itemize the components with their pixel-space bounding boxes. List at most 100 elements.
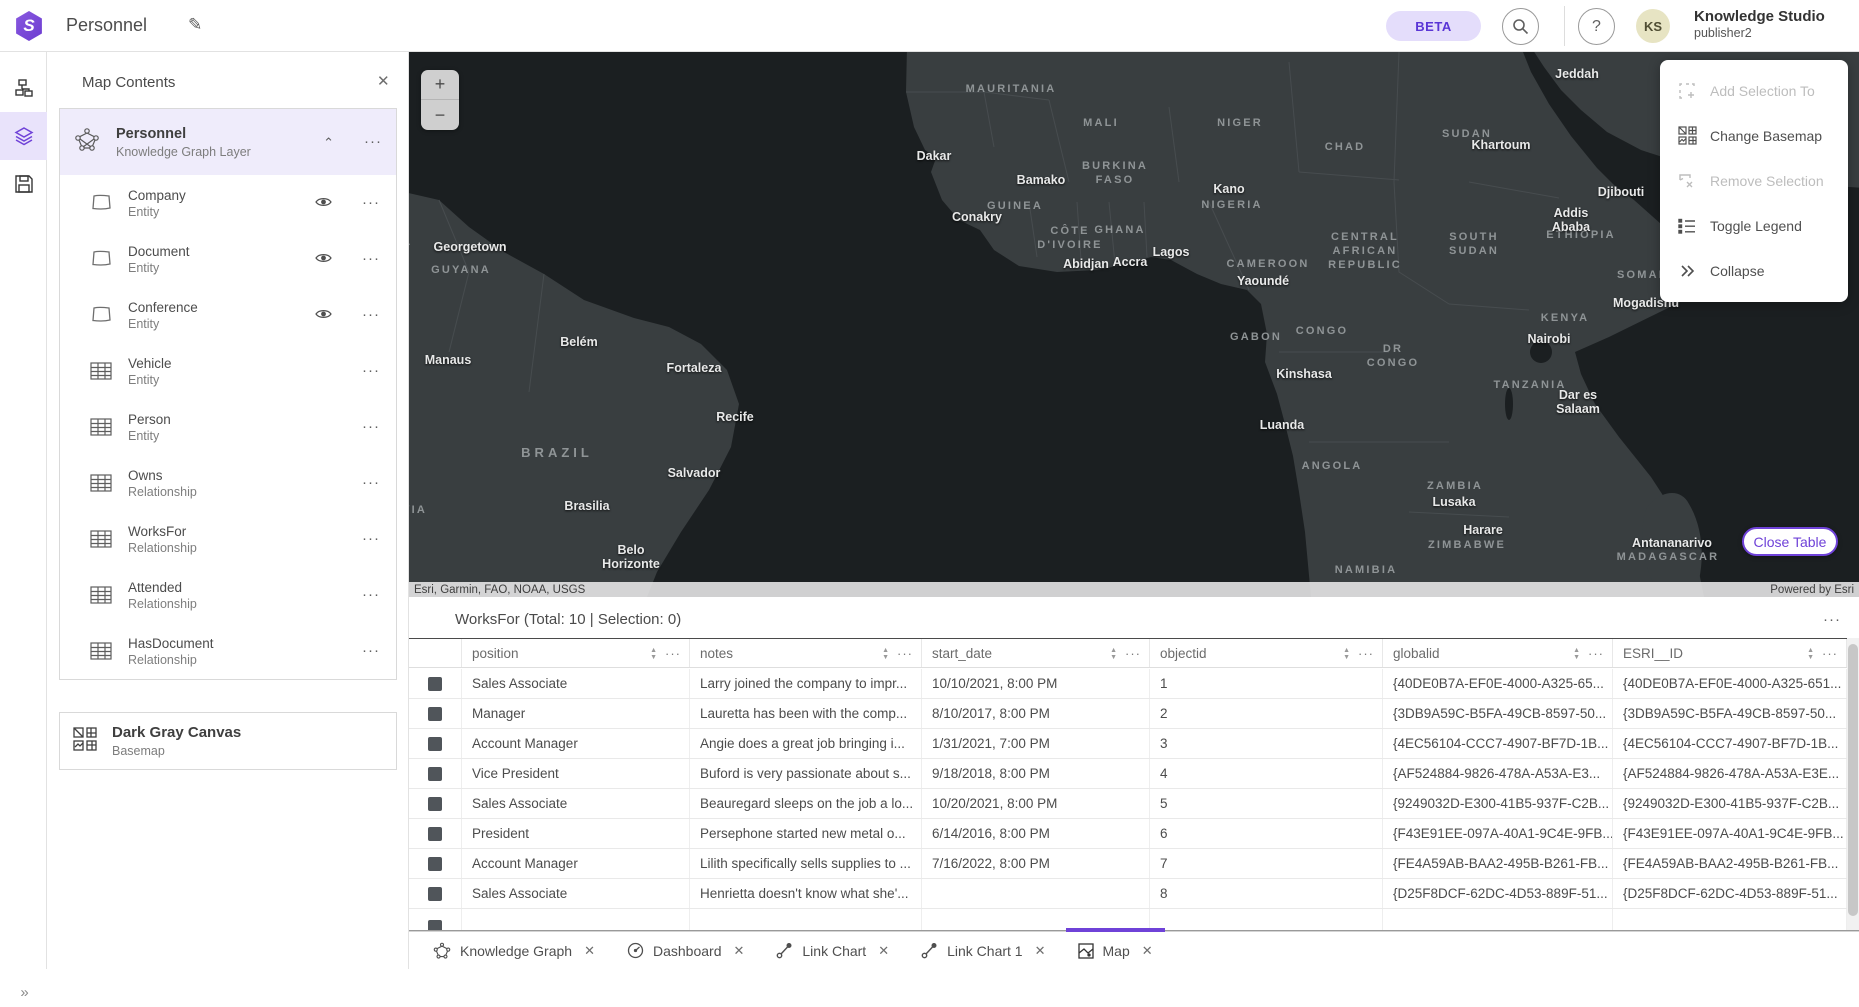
row-checkbox[interactable] bbox=[428, 920, 442, 931]
layer-item-owns[interactable]: OwnsRelationship··· bbox=[60, 455, 396, 511]
close-table-button[interactable]: Close Table bbox=[1742, 527, 1838, 556]
layer-item-person[interactable]: PersonEntity··· bbox=[60, 399, 396, 455]
search-button[interactable] bbox=[1502, 8, 1539, 45]
column-header-start_date[interactable]: start_date▲▼··· bbox=[922, 639, 1150, 667]
layer-item-company[interactable]: CompanyEntity··· bbox=[60, 175, 396, 231]
table-title: WorksFor (Total: 10 | Selection: 0) bbox=[455, 611, 681, 628]
layer-options-icon[interactable]: ··· bbox=[362, 530, 380, 547]
layer-item-attended[interactable]: AttendedRelationship··· bbox=[60, 567, 396, 623]
column-header-position[interactable]: position▲▼··· bbox=[462, 639, 690, 667]
layer-item-vehicle[interactable]: VehicleEntity··· bbox=[60, 343, 396, 399]
layer-type: Relationship bbox=[128, 541, 197, 555]
column-header-notes[interactable]: notes▲▼··· bbox=[690, 639, 922, 667]
page-title: Personnel bbox=[66, 15, 147, 36]
cell-objectid: 7 bbox=[1150, 849, 1383, 878]
map-contents-button[interactable] bbox=[0, 112, 47, 160]
row-checkbox[interactable] bbox=[428, 887, 442, 901]
menu-item-legend[interactable]: Toggle Legend bbox=[1660, 203, 1848, 248]
table-options-icon[interactable]: ··· bbox=[1823, 611, 1841, 628]
tab-link-chart[interactable]: Link Chart ✕ bbox=[760, 932, 905, 969]
sort-icon[interactable]: ▲▼ bbox=[650, 647, 657, 661]
city-label: Bamako bbox=[1017, 173, 1066, 187]
menu-item-collapse[interactable]: Collapse bbox=[1660, 248, 1848, 293]
tab-dashboard[interactable]: Dashboard✕ bbox=[611, 932, 760, 969]
city-label: Lagos bbox=[1153, 245, 1190, 259]
visibility-eye-icon[interactable] bbox=[315, 307, 332, 325]
help-button[interactable]: ? bbox=[1578, 8, 1615, 45]
tab-map[interactable]: Map✕ bbox=[1062, 932, 1169, 969]
row-checkbox[interactable] bbox=[428, 827, 442, 841]
layer-item-worksfor[interactable]: WorksForRelationship··· bbox=[60, 511, 396, 567]
layer-options-icon[interactable]: ··· bbox=[362, 306, 380, 323]
visibility-eye-icon[interactable] bbox=[315, 251, 332, 269]
tab-knowledge-graph[interactable]: Knowledge Graph✕ bbox=[417, 932, 611, 969]
column-header-globalid[interactable]: globalid▲▼··· bbox=[1383, 639, 1613, 667]
tab-label: Link Chart bbox=[802, 943, 866, 959]
zoom-in-button[interactable]: + bbox=[421, 70, 459, 100]
data-model-button[interactable] bbox=[0, 64, 47, 112]
header-checkbox-cell bbox=[409, 639, 462, 667]
menu-item-basemap[interactable]: Change Basemap bbox=[1660, 113, 1848, 158]
country-label: SOUTH SUDAN bbox=[1449, 230, 1499, 258]
column-menu-icon[interactable]: ··· bbox=[1125, 646, 1141, 661]
row-checkbox[interactable] bbox=[428, 857, 442, 871]
column-menu-icon[interactable]: ··· bbox=[1358, 646, 1374, 661]
collapse-rail-button[interactable]: » bbox=[0, 977, 47, 1007]
sort-icon[interactable]: ▲▼ bbox=[1343, 647, 1350, 661]
column-menu-icon[interactable]: ··· bbox=[1822, 646, 1838, 661]
layer-group-menu-icon[interactable]: ··· bbox=[364, 133, 382, 150]
layer-options-icon[interactable]: ··· bbox=[362, 474, 380, 491]
column-header-objectid[interactable]: objectid▲▼··· bbox=[1150, 639, 1383, 667]
table-scrollbar[interactable] bbox=[1847, 638, 1859, 931]
column-menu-icon[interactable]: ··· bbox=[665, 646, 681, 661]
basemap-card[interactable]: Dark Gray Canvas Basemap bbox=[59, 712, 397, 770]
column-header-ESRI__ID[interactable]: ESRI__ID▲▼··· bbox=[1613, 639, 1847, 667]
sort-icon[interactable]: ▲▼ bbox=[1807, 647, 1814, 661]
layer-item-conference[interactable]: ConferenceEntity··· bbox=[60, 287, 396, 343]
layer-type: Relationship bbox=[128, 485, 197, 499]
tab-close-icon[interactable]: ✕ bbox=[733, 943, 744, 959]
layer-options-icon[interactable]: ··· bbox=[362, 418, 380, 435]
layer-options-icon[interactable]: ··· bbox=[362, 642, 380, 659]
avatar[interactable]: KS bbox=[1636, 9, 1670, 43]
column-menu-icon[interactable]: ··· bbox=[1588, 646, 1604, 661]
row-checkbox[interactable] bbox=[428, 737, 442, 751]
row-checkbox[interactable] bbox=[428, 707, 442, 721]
layer-item-document[interactable]: DocumentEntity··· bbox=[60, 231, 396, 287]
layer-options-icon[interactable]: ··· bbox=[362, 250, 380, 267]
layer-options-icon[interactable]: ··· bbox=[362, 194, 380, 211]
sort-icon[interactable]: ▲▼ bbox=[1573, 647, 1580, 661]
map-canvas[interactable]: MAURITANIAMALINIGERCHADSUDANGUINEABURKIN… bbox=[409, 52, 1859, 597]
country-label: BRAZIL bbox=[521, 446, 593, 460]
zoom-out-button[interactable]: − bbox=[421, 100, 459, 130]
edit-title-pencil-icon[interactable]: ✎ bbox=[188, 15, 202, 35]
layer-group-header[interactable]: Personnel Knowledge Graph Layer ⌃ ··· bbox=[60, 109, 396, 175]
tab-close-icon[interactable]: ✕ bbox=[878, 943, 889, 959]
app-logo-icon[interactable]: S bbox=[14, 11, 44, 41]
visibility-eye-icon[interactable] bbox=[315, 195, 332, 213]
zoom-control: + − bbox=[421, 70, 459, 130]
tab-close-icon[interactable]: ✕ bbox=[1035, 943, 1046, 959]
top-bar: S Personnel ✎ BETA ? KS Knowledge Studio… bbox=[0, 0, 1859, 52]
panel-close-icon[interactable]: ✕ bbox=[377, 72, 390, 90]
row-checkbox[interactable] bbox=[428, 797, 442, 811]
table-scrollbar-thumb[interactable] bbox=[1848, 644, 1858, 916]
row-checkbox[interactable] bbox=[428, 677, 442, 691]
column-menu-icon[interactable]: ··· bbox=[897, 646, 913, 661]
layer-options-icon[interactable]: ··· bbox=[362, 362, 380, 379]
tab-close-icon[interactable]: ✕ bbox=[1142, 943, 1153, 959]
country-label: BOLIVIA bbox=[409, 503, 427, 517]
table-row: Sales AssociateLarry joined the company … bbox=[409, 669, 1847, 699]
layer-item-hasdocument[interactable]: HasDocumentRelationship··· bbox=[60, 623, 396, 679]
sort-icon[interactable]: ▲▼ bbox=[882, 647, 889, 661]
save-button[interactable] bbox=[0, 160, 47, 208]
layer-options-icon[interactable]: ··· bbox=[362, 586, 380, 603]
hierarchy-icon bbox=[14, 78, 34, 98]
chevron-up-icon[interactable]: ⌃ bbox=[323, 135, 334, 151]
sort-icon[interactable]: ▲▼ bbox=[1110, 647, 1117, 661]
tab-link-chart-1[interactable]: Link Chart 1✕ bbox=[905, 932, 1061, 969]
country-label: GHANA bbox=[1094, 223, 1145, 237]
tab-close-icon[interactable]: ✕ bbox=[584, 943, 595, 959]
city-label: Dakar bbox=[917, 149, 952, 163]
row-checkbox[interactable] bbox=[428, 767, 442, 781]
